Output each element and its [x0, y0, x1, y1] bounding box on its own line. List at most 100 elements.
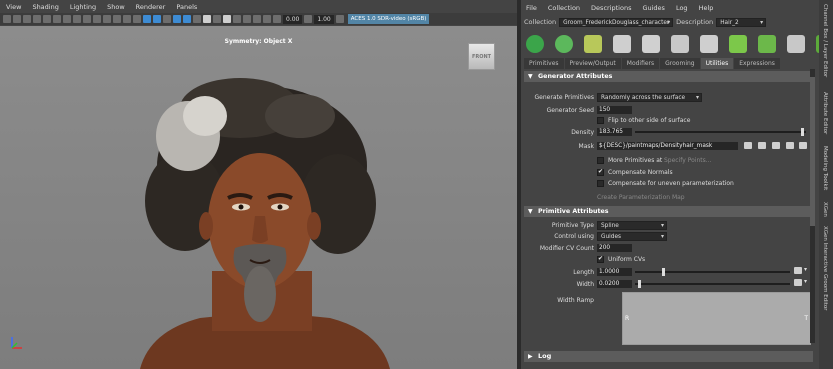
generator-seed-field[interactable]: 150: [597, 106, 632, 114]
film-gate-icon[interactable]: [73, 15, 81, 23]
side-tab-xgen-interactive-groom[interactable]: XGen Interactive Groom Editor: [822, 226, 828, 311]
visibility-eye-icon[interactable]: [526, 35, 544, 53]
color-management-icon[interactable]: [335, 15, 344, 23]
map-menu-icon[interactable]: [799, 142, 807, 149]
field-chart-icon[interactable]: [103, 15, 111, 23]
camera-attributes-icon[interactable]: [13, 15, 21, 23]
xray-joints-icon[interactable]: [253, 15, 261, 23]
side-tab-channel-box[interactable]: Channel Box / Layer Editor: [822, 4, 828, 77]
wireframe-on-shaded-icon[interactable]: [153, 15, 161, 23]
tab-utilities[interactable]: Utilities: [700, 58, 734, 69]
specify-points-button[interactable]: Specify Points...: [664, 157, 711, 164]
modifier-cv-count-field[interactable]: 200: [597, 244, 632, 252]
length-slider-handle[interactable]: [662, 268, 665, 276]
length-slider[interactable]: [635, 268, 790, 276]
smooth-shade-icon[interactable]: [143, 15, 151, 23]
gamma-icon[interactable]: [304, 15, 313, 23]
width-menu-icon[interactable]: ▾: [804, 278, 807, 285]
width-slider[interactable]: [635, 280, 790, 288]
expression-editor-icon[interactable]: [744, 142, 752, 149]
length-map-icon[interactable]: [794, 267, 802, 274]
xray-components-icon[interactable]: [263, 15, 271, 23]
length-menu-icon[interactable]: ▾: [804, 266, 807, 273]
isolate-select-icon[interactable]: [233, 15, 241, 23]
create-description-icon[interactable]: [555, 35, 573, 53]
mask-field[interactable]: ${DESC}/paintmaps/Densityhair_mask: [597, 142, 738, 150]
tab-preview-output[interactable]: Preview/Output: [564, 58, 621, 69]
xgen-menu-collection[interactable]: Collection: [548, 4, 580, 12]
content-scrollbar[interactable]: [810, 69, 815, 343]
xgen-menu-descriptions[interactable]: Descriptions: [591, 4, 631, 12]
tab-modifiers[interactable]: Modifiers: [621, 58, 660, 69]
xgen-menu-file[interactable]: File: [526, 4, 537, 12]
more-primitives-checkbox[interactable]: [597, 157, 604, 164]
density-slider-handle[interactable]: [801, 128, 804, 136]
primitive-attributes-header[interactable]: ▼ Primitive Attributes: [524, 206, 811, 217]
compensate-normals-checkbox[interactable]: [597, 168, 604, 176]
grid-icon[interactable]: [63, 15, 71, 23]
create-parameterization-map-button[interactable]: Create Parameterization Map: [597, 194, 685, 201]
log-section-header[interactable]: ▶ Log: [524, 351, 813, 362]
tab-primitives[interactable]: Primitives: [524, 58, 564, 69]
screen-space-ao-icon[interactable]: [193, 15, 201, 23]
generator-attributes-header[interactable]: ▼ Generator Attributes: [524, 71, 811, 82]
tab-grooming[interactable]: Grooming: [660, 58, 700, 69]
menu-shading[interactable]: Shading: [32, 3, 58, 11]
wireframe-icon[interactable]: [133, 15, 141, 23]
width-field[interactable]: 0.0200: [597, 280, 632, 288]
motion-blur-icon[interactable]: [203, 15, 211, 23]
width-slider-handle[interactable]: [638, 280, 641, 288]
bookmark-icon[interactable]: [23, 15, 31, 23]
near-clip-field[interactable]: 0.00: [283, 14, 303, 24]
side-tab-xgen[interactable]: XGen: [822, 202, 828, 217]
menu-view[interactable]: View: [6, 3, 21, 11]
density-slider[interactable]: [635, 128, 806, 136]
uniform-cvs-checkbox[interactable]: [597, 255, 604, 263]
anti-aliasing-icon[interactable]: [213, 15, 221, 23]
paint-icon[interactable]: [786, 142, 794, 149]
resolution-gate-icon[interactable]: [83, 15, 91, 23]
shadows-icon[interactable]: [183, 15, 191, 23]
compensate-parameterization-checkbox[interactable]: [597, 180, 604, 187]
width-map-icon[interactable]: [794, 279, 802, 286]
generate-primitives-dropdown[interactable]: Randomly across the surface: [597, 93, 702, 102]
add-guide-icon[interactable]: [584, 35, 602, 53]
two-d-pan-icon[interactable]: [43, 15, 51, 23]
collection-dropdown[interactable]: Groom_FrederickDouglass_character: [559, 17, 674, 27]
xgen-menu-log[interactable]: Log: [676, 4, 688, 12]
menu-show[interactable]: Show: [107, 3, 125, 11]
primitive-type-dropdown[interactable]: Spline: [597, 221, 667, 230]
normalize-guides-icon[interactable]: [729, 35, 747, 53]
menu-panels[interactable]: Panels: [176, 3, 197, 11]
menu-renderer[interactable]: Renderer: [136, 3, 166, 11]
bend-guides-icon[interactable]: [758, 35, 776, 53]
color-space-dropdown[interactable]: ACES 1.0 SDR-video (sRGB): [347, 14, 430, 24]
view-cube-front[interactable]: FRONT: [468, 43, 495, 70]
far-clip-field[interactable]: 1.00: [314, 14, 334, 24]
grease-pencil-icon[interactable]: [53, 15, 61, 23]
side-tab-modeling-toolkit[interactable]: Modeling Toolkit: [822, 146, 828, 190]
width-ramp-editor[interactable]: R T: [622, 292, 811, 345]
textured-icon[interactable]: [163, 15, 171, 23]
select-camera-icon[interactable]: [3, 15, 11, 23]
description-dropdown[interactable]: Hair_2: [716, 17, 767, 27]
lights-icon[interactable]: [173, 15, 181, 23]
sculpt-guide-icon[interactable]: [642, 35, 660, 53]
depth-of-field-icon[interactable]: [223, 15, 231, 23]
rebuild-guides-icon[interactable]: [787, 35, 805, 53]
control-using-dropdown[interactable]: Guides: [597, 232, 667, 241]
menu-lighting[interactable]: Lighting: [70, 3, 96, 11]
xgen-menu-guides[interactable]: Guides: [642, 4, 664, 12]
lock-length-icon[interactable]: [700, 35, 718, 53]
safe-title-icon[interactable]: [123, 15, 131, 23]
move-guide-icon[interactable]: [613, 35, 631, 53]
guide-cv-icon[interactable]: [671, 35, 689, 53]
gate-mask-icon[interactable]: [93, 15, 101, 23]
image-plane-icon[interactable]: [33, 15, 41, 23]
xgen-menu-help[interactable]: Help: [699, 4, 714, 12]
folder-icon[interactable]: [772, 142, 780, 149]
xray-icon[interactable]: [243, 15, 251, 23]
safe-action-icon[interactable]: [113, 15, 121, 23]
create-map-icon[interactable]: [758, 142, 766, 149]
density-field[interactable]: 183.765: [597, 128, 632, 136]
